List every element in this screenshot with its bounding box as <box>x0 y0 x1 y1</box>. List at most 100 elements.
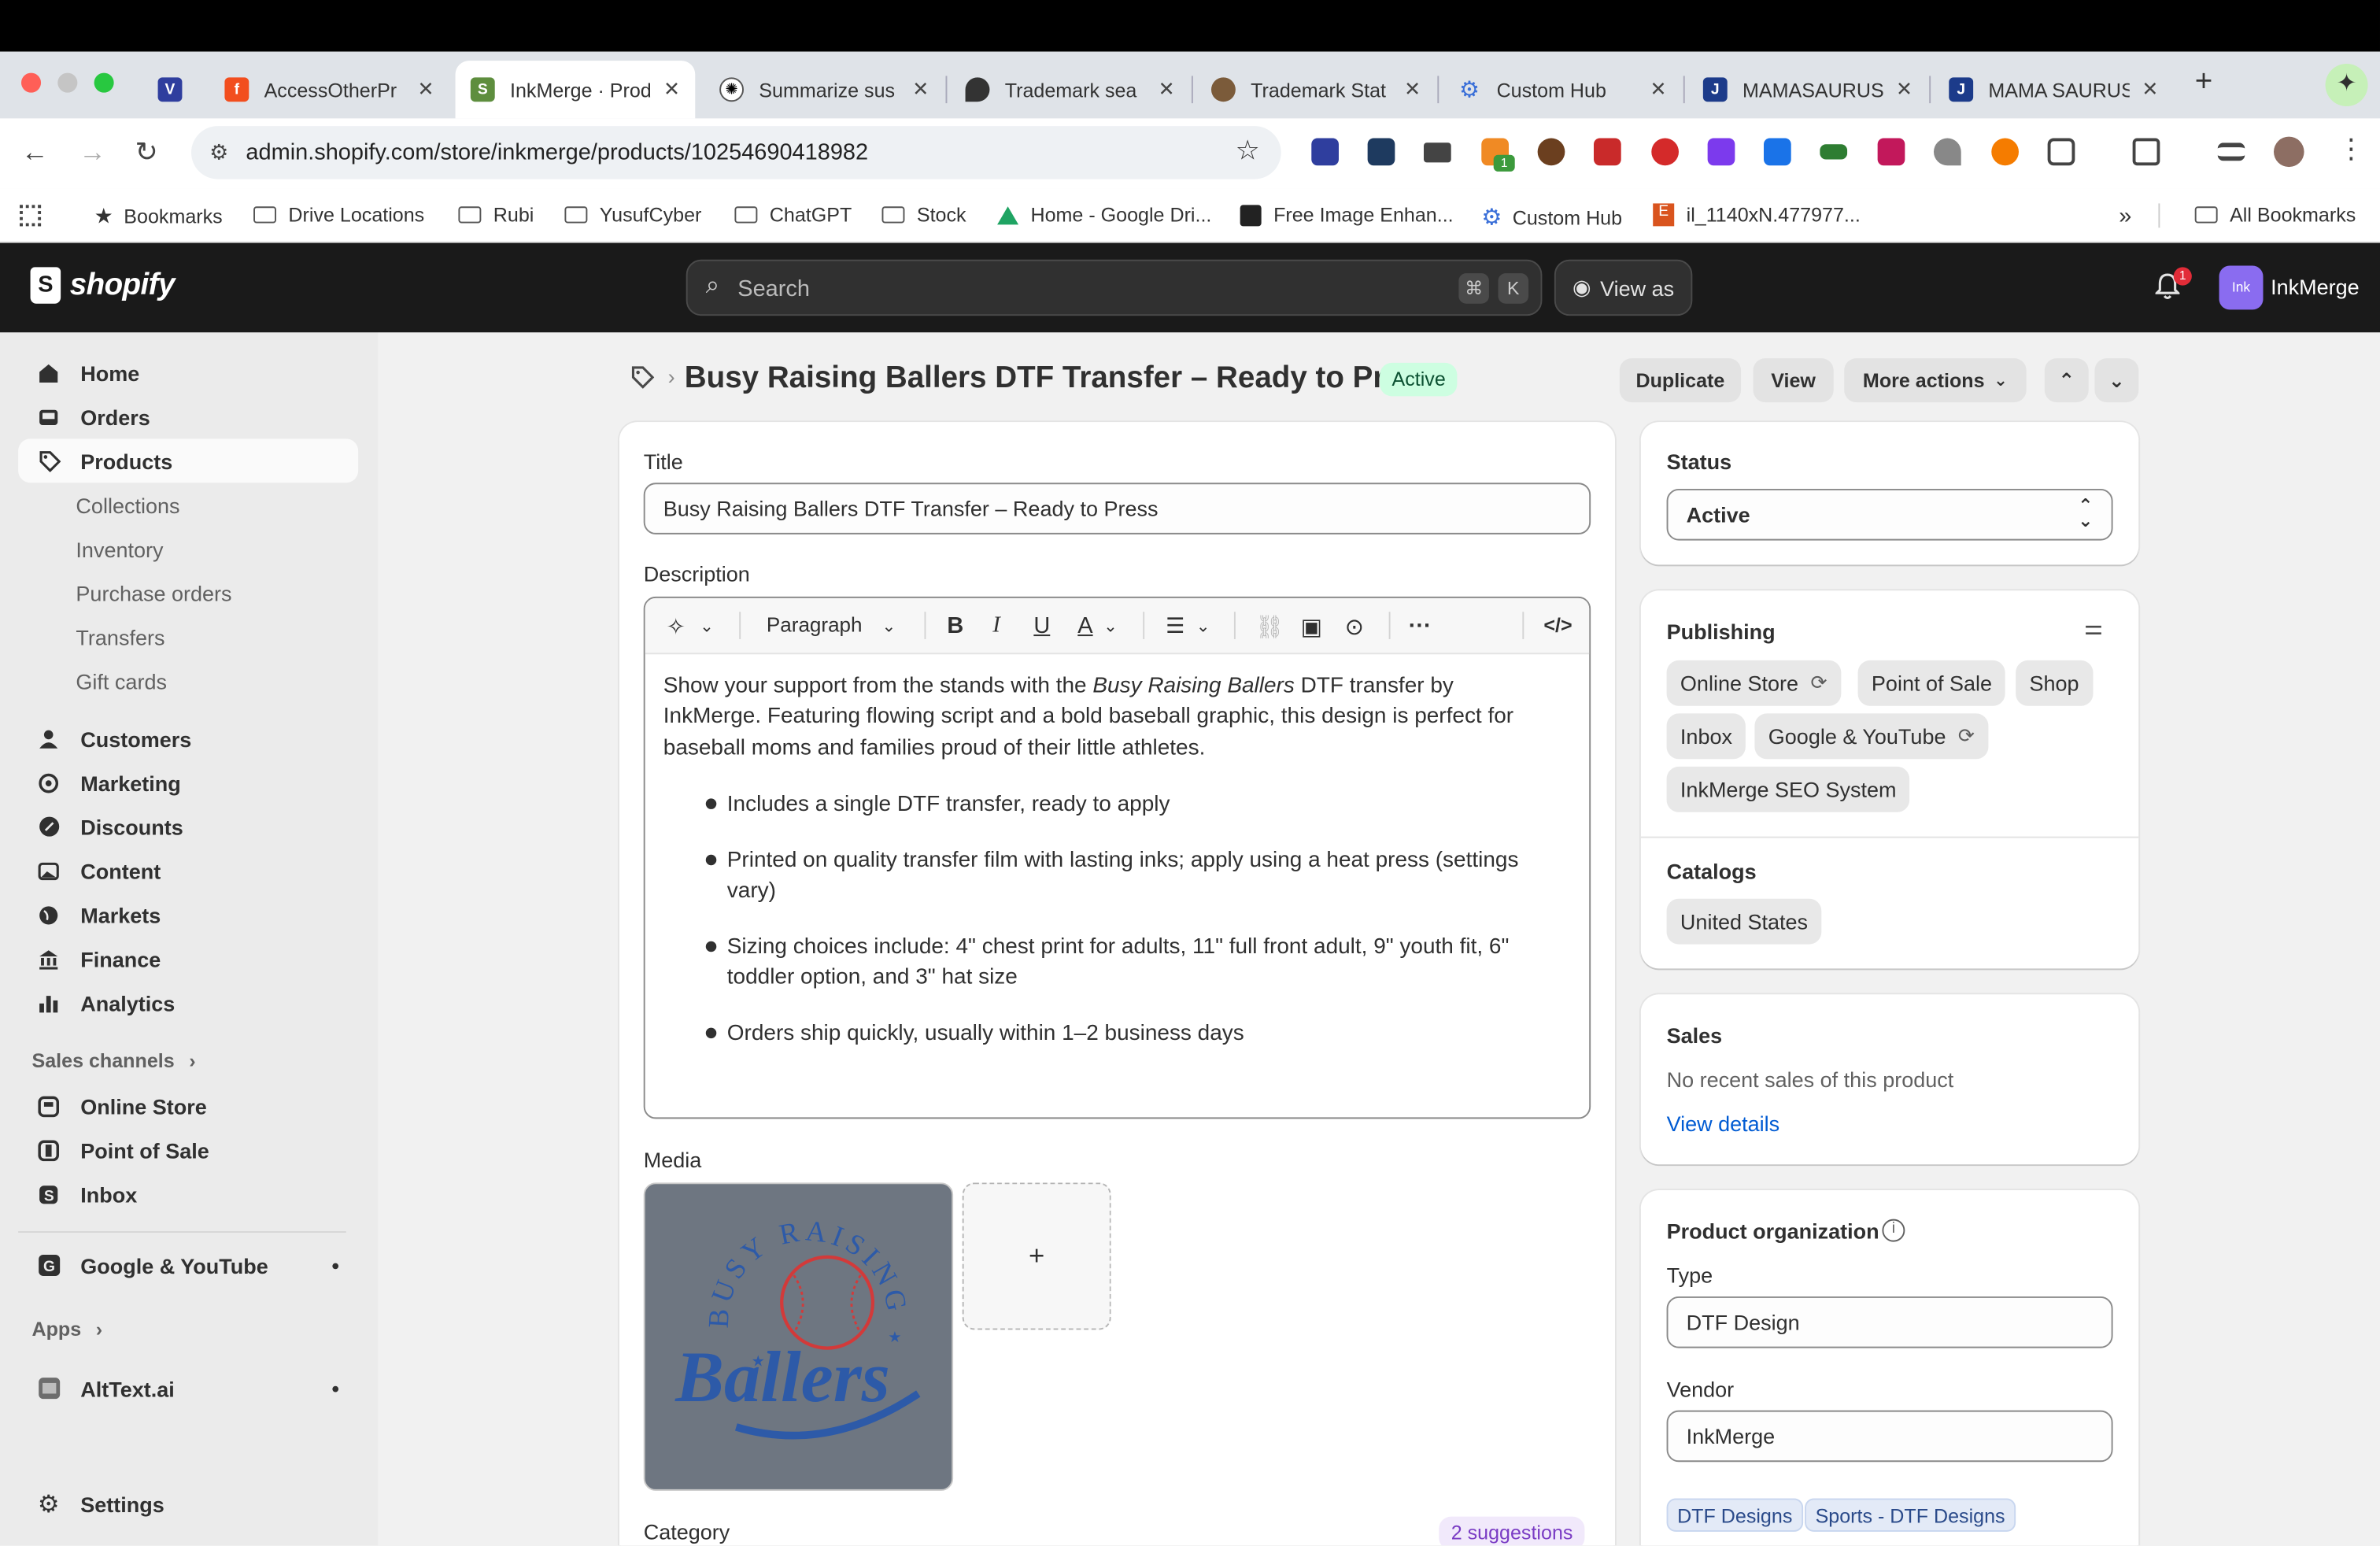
bookmark-item[interactable]: YusufCyber <box>564 203 701 226</box>
sidebar-item-point-of-sale[interactable]: Point of Sale <box>18 1128 358 1172</box>
add-media-button[interactable]: + <box>962 1182 1111 1330</box>
description-editor[interactable]: ✧ ⌄ Paragraph ⌄ B I U A ⌄ ☰ ⌄ ⛓ ▣ ⊙ ··· … <box>643 596 1591 1119</box>
bookmark-item[interactable]: Stock <box>881 203 966 226</box>
p-extension-icon[interactable] <box>1707 138 1735 166</box>
close-tab-icon[interactable]: ✕ <box>663 77 680 102</box>
channel-chip[interactable]: Shop <box>2016 660 2093 706</box>
apps-grid-icon[interactable] <box>20 205 42 227</box>
store-avatar[interactable]: Ink <box>2219 265 2264 310</box>
view-button[interactable]: View <box>1753 358 1834 403</box>
new-tab-icon[interactable]: + <box>2195 65 2213 100</box>
google-options-dot[interactable] <box>332 1263 339 1270</box>
channel-chip[interactable]: InkMerge SEO System <box>1666 766 1910 812</box>
cookie-icon[interactable] <box>1537 138 1565 166</box>
close-tab-icon[interactable]: ✕ <box>912 77 929 102</box>
tag-icon[interactable] <box>630 364 655 389</box>
media-controls-icon[interactable] <box>2217 142 2245 161</box>
text-color-icon[interactable]: A <box>1077 613 1092 639</box>
sidebar-item-settings[interactable]: ⚙ Settings <box>18 1481 358 1526</box>
all-bookmarks-folder[interactable]: All Bookmarks <box>2194 203 2356 226</box>
bookmark-item[interactable]: Home - Google Dri... <box>997 203 1211 226</box>
sidebar-item-alttext-ai[interactable]: AltText.ai <box>18 1367 358 1411</box>
close-tab-icon[interactable]: ✕ <box>1404 77 1421 102</box>
v-extension-icon[interactable] <box>1311 138 1339 166</box>
close-window-button[interactable] <box>20 72 42 93</box>
menu-kebab-icon[interactable]: ⋮ <box>2338 134 2365 165</box>
browser-tab-pinned[interactable]: V <box>142 61 197 118</box>
sidebar-item-markets[interactable]: Markets <box>18 893 358 937</box>
browser-tab[interactable]: ✺ Summarize sus ✕ <box>704 61 944 118</box>
sidebar-item-content[interactable]: Content <box>18 849 358 893</box>
minimize-window-button[interactable] <box>57 72 78 93</box>
more-bookmarks-button[interactable]: » <box>2119 203 2131 229</box>
more-options-icon[interactable]: ··· <box>1409 613 1432 639</box>
bookmark-item[interactable]: ChatGPT <box>734 203 852 226</box>
browser-tab[interactable]: J MAMASAURUS ✕ <box>1688 61 1928 118</box>
underline-icon[interactable]: U <box>1033 613 1050 639</box>
search-input[interactable]: ⌕ Search ⌘ K <box>686 259 1543 316</box>
code-view-icon[interactable]: </> <box>1543 613 1572 636</box>
sidebar-item-finance[interactable]: Finance <box>18 937 358 981</box>
sidebar-item-products[interactable]: Products <box>18 438 359 483</box>
reload-icon[interactable]: ↻ <box>135 137 158 168</box>
sidebar-subitem-inventory[interactable]: Inventory <box>76 538 163 562</box>
close-tab-icon[interactable]: ✕ <box>1159 77 1175 102</box>
chevron-down-icon[interactable]: ⌄ <box>700 616 714 636</box>
sidebar-subitem-purchase-orders[interactable]: Purchase orders <box>76 582 231 606</box>
shopify-logo[interactable]: shopify <box>30 267 175 304</box>
sidebar-item-online-store[interactable]: Online Store <box>18 1084 358 1128</box>
sidebar-item-orders[interactable]: Orders <box>18 394 358 438</box>
catalog-chip[interactable]: United States <box>1666 898 1822 945</box>
sidebar-item-discounts[interactable]: Discounts <box>18 804 358 849</box>
apps-header[interactable]: Apps › <box>31 1318 102 1341</box>
chevron-down-icon[interactable]: ⌄ <box>1196 616 1210 636</box>
close-tab-icon[interactable]: ✕ <box>1650 77 1667 102</box>
person-extension-icon[interactable] <box>1991 138 2019 166</box>
site-settings-icon[interactable]: ⚙ <box>209 139 228 165</box>
channel-chip[interactable]: Online Store ⟳ <box>1666 660 1841 706</box>
bookmark-item[interactable]: Drive Locations <box>253 203 424 226</box>
align-icon[interactable]: ☰ <box>1166 613 1184 639</box>
grid-extension-icon[interactable] <box>1763 138 1791 166</box>
heart-icon[interactable] <box>1933 138 1961 166</box>
forward-arrow-icon[interactable]: → <box>79 137 106 168</box>
bold-icon[interactable]: B <box>947 613 963 639</box>
bookmark-item[interactable]: Eil_1140xN.477977... <box>1653 203 1861 227</box>
r-extension-icon[interactable] <box>1877 138 1905 166</box>
sidebar-item-customers[interactable]: Customers <box>18 716 358 760</box>
italic-icon[interactable]: I <box>992 613 1000 639</box>
store-name[interactable]: InkMerge <box>2271 275 2360 299</box>
ai-sparkle-icon[interactable]: ✦ <box>2325 63 2368 106</box>
previous-product-button[interactable]: ⌃ <box>2044 358 2089 403</box>
channel-chip[interactable]: Inbox <box>1666 713 1746 760</box>
h-extension-icon[interactable] <box>1367 138 1395 166</box>
close-tab-icon[interactable]: ✕ <box>418 77 434 102</box>
view-as-button[interactable]: ◉ View as <box>1554 259 1693 316</box>
search-tab-icon[interactable] <box>2132 138 2160 166</box>
vendor-field[interactable]: InkMerge <box>1666 1410 2113 1463</box>
bookmark-item[interactable]: Free Image Enhan... <box>1240 203 1454 226</box>
bookmark-star-icon[interactable]: ☆ <box>1236 135 1260 167</box>
browser-tab[interactable]: Trademark sea ✕ <box>950 61 1190 118</box>
product-image[interactable]: BUSY RAISING Ballers ★ ★ <box>643 1182 954 1491</box>
next-product-button[interactable]: ⌄ <box>2094 358 2139 403</box>
sidebar-subitem-gift-cards[interactable]: Gift cards <box>76 669 167 693</box>
sales-channels-header[interactable]: Sales channels › <box>31 1049 195 1072</box>
zoom-window-button[interactable] <box>94 72 114 93</box>
video-icon[interactable] <box>1593 138 1621 166</box>
more-actions-button[interactable]: More actions ⌄ <box>1844 358 2027 403</box>
insert-image-icon[interactable]: ▣ <box>1301 613 1322 641</box>
sidebar-subitem-transfers[interactable]: Transfers <box>76 626 164 650</box>
manage-channels-icon[interactable]: ⚌ <box>2084 615 2103 641</box>
channel-chip[interactable]: Google & YouTube ⟳ <box>1754 713 1989 760</box>
paragraph-style-select[interactable]: Paragraph <box>767 613 863 636</box>
browser-tab-active[interactable]: S InkMerge · Prod ✕ <box>455 61 696 119</box>
type-field[interactable]: DTF Design <box>1666 1296 2113 1348</box>
address-bar[interactable]: ⚙ admin.shopify.com/store/inkmerge/produ… <box>190 126 1281 179</box>
ai-magic-icon[interactable]: ✧ <box>667 613 686 641</box>
status-select[interactable]: Active ⌃ ⌄ <box>1666 488 2113 541</box>
app-options-dot[interactable] <box>332 1385 339 1393</box>
sidebar-item-home[interactable]: Home <box>18 350 358 394</box>
link-icon[interactable]: ⛓ <box>1255 613 1284 641</box>
puzzle-icon[interactable] <box>2047 138 2075 166</box>
